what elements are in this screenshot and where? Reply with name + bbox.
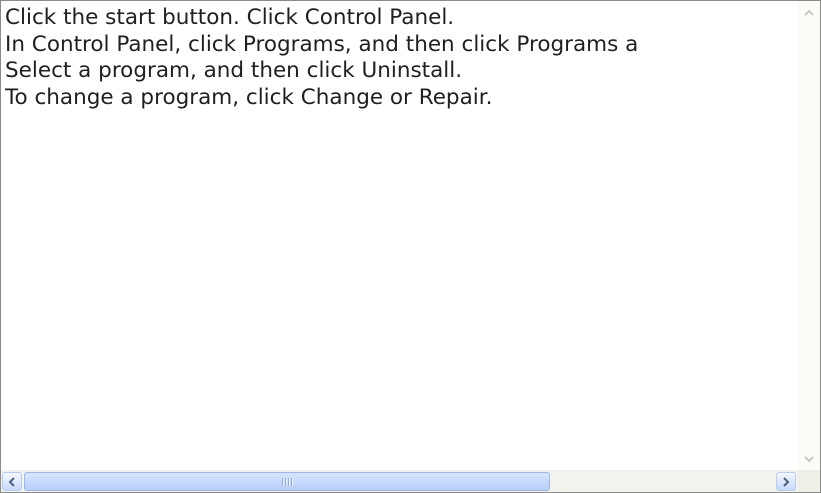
chevron-up-icon: [804, 9, 814, 16]
horizontal-scrollbar[interactable]: [1, 470, 798, 492]
scroll-up-button[interactable]: [799, 2, 819, 23]
vertical-scrollbar[interactable]: [798, 1, 820, 470]
text-line: To change a program, click Change or Rep…: [5, 84, 493, 110]
scroll-left-button[interactable]: [2, 472, 22, 491]
text-line: Click the start button. Click Control Pa…: [5, 5, 455, 30]
grip-icon: [282, 477, 292, 486]
text-content[interactable]: Click the start button. Click Control Pa…: [1, 1, 798, 470]
chevron-left-icon: [8, 476, 15, 487]
chevron-down-icon: [804, 455, 814, 462]
text-line: Select a program, and then click Uninsta…: [5, 58, 463, 83]
horizontal-scroll-thumb[interactable]: [24, 472, 550, 491]
scroll-right-button[interactable]: [776, 472, 796, 491]
chevron-right-icon: [783, 476, 790, 487]
scroll-down-button[interactable]: [799, 448, 819, 469]
text-area[interactable]: Click the start button. Click Control Pa…: [0, 0, 821, 493]
scrollbar-corner: [798, 470, 820, 492]
text-line: In Control Panel, click Programs, and th…: [5, 31, 639, 57]
